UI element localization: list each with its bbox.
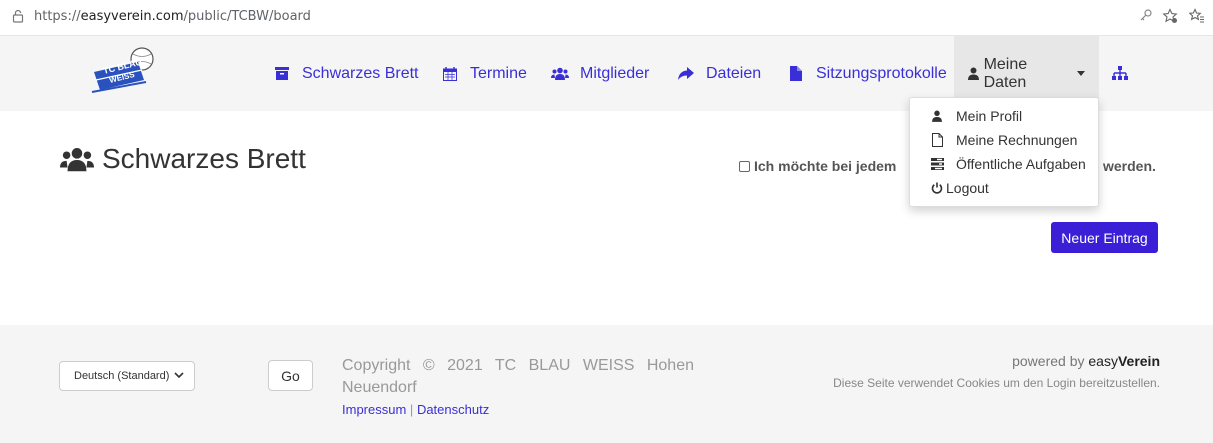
key-icon[interactable]: [1139, 8, 1153, 25]
nav-mitglieder[interactable]: Mitglieder: [550, 36, 649, 111]
page-footer: Deutsch (Standard) Go Copyright © 2021 T…: [0, 325, 1213, 443]
nav-label: Schwarzes Brett: [302, 64, 419, 82]
user-icon: [930, 110, 944, 122]
nav-schwarzes-brett[interactable]: Schwarzes Brett: [272, 36, 418, 111]
nav-label: Mitglieder: [580, 64, 650, 82]
nav-label: Dateien: [706, 64, 762, 82]
menu-item-label: Mein Profil: [956, 108, 1023, 124]
menu-item-label: Meine Rechnungen: [956, 132, 1078, 148]
nav-termine[interactable]: Termine: [440, 36, 527, 111]
menu-item-logout[interactable]: Logout: [910, 176, 1098, 200]
nav-label: Termine: [470, 64, 527, 82]
copyright-text: Copyright © 2021 TC BLAU WEISS Hohen Neu…: [342, 357, 694, 396]
link-separator: |: [409, 402, 414, 417]
cookie-notice: Diese Seite verwendet Cookies um den Log…: [833, 376, 1160, 390]
account-dropdown-menu: Mein Profil Meine Rechnungen Öffentliche…: [909, 97, 1099, 207]
chevron-down-icon: [174, 371, 184, 382]
impressum-link[interactable]: Impressum: [342, 402, 406, 417]
users-icon: [60, 146, 94, 172]
users-icon: [550, 66, 570, 82]
powered-by: powered by easyVerein: [1012, 353, 1160, 369]
favorites-bar-icon[interactable]: [1188, 8, 1205, 27]
menu-item-mein-profil[interactable]: Mein Profil: [910, 104, 1098, 128]
share-icon: [676, 66, 696, 82]
nav-dateien[interactable]: Dateien: [676, 36, 761, 111]
file-icon: [786, 66, 806, 82]
club-logo[interactable]: TC BLAU WEISS: [84, 44, 160, 98]
menu-item-label: Öffentliche Aufgaben: [956, 156, 1086, 172]
url-prefix: https://: [34, 9, 81, 24]
language-select[interactable]: Deutsch (Standard): [59, 361, 195, 391]
brand-name[interactable]: easyVerein: [1088, 353, 1160, 369]
sitemap-icon: [1110, 66, 1130, 82]
page-title-text: Schwarzes Brett: [102, 143, 306, 174]
calendar-icon: [440, 66, 460, 82]
notify-label-start: Ich möchte bei jedem: [754, 158, 897, 174]
page-title: Schwarzes Brett: [60, 143, 306, 175]
archive-icon: [272, 66, 292, 82]
datenschutz-link[interactable]: Datenschutz: [417, 402, 489, 417]
language-value: Deutsch (Standard): [74, 370, 170, 382]
menu-item-label: Logout: [946, 180, 989, 196]
nav-label: Sitzungsprotokolle: [816, 64, 947, 82]
url-text[interactable]: https://easyverein.com/public/TCBW/board: [34, 9, 311, 24]
brand-easy: easy: [1088, 353, 1118, 369]
caret-down-icon: [1077, 71, 1085, 76]
brand-verein: Verein: [1117, 353, 1160, 369]
nav-sitemap[interactable]: [1110, 36, 1140, 111]
notify-checkbox[interactable]: [739, 160, 750, 172]
address-bar[interactable]: https://easyverein.com/public/TCBW/board: [0, 0, 1213, 36]
user-icon: [968, 66, 980, 82]
footer-links: Impressum | Datenschutz: [342, 402, 489, 417]
go-button[interactable]: Go: [268, 360, 313, 391]
notify-option: Ich möchte bei jedem werden.: [739, 158, 1156, 174]
url-path: /public/TCBW/board: [183, 9, 311, 24]
tasks-icon: [930, 158, 944, 170]
url-domain: easyverein.com: [80, 9, 184, 24]
powered-by-label: powered by: [1012, 353, 1085, 369]
power-icon: [930, 182, 944, 194]
page-info-icon[interactable]: [12, 9, 28, 25]
favorite-star-icon[interactable]: [1162, 8, 1178, 27]
notify-label-end: werden.: [1103, 158, 1156, 174]
menu-item-meine-rechnungen[interactable]: Meine Rechnungen: [910, 128, 1098, 152]
nav-label: Meine Daten: [983, 55, 1028, 91]
new-entry-button[interactable]: Neuer Eintrag: [1051, 222, 1158, 253]
menu-item-oeffentliche-aufgaben[interactable]: Öffentliche Aufgaben: [910, 152, 1098, 176]
file-outline-icon: [930, 133, 944, 147]
